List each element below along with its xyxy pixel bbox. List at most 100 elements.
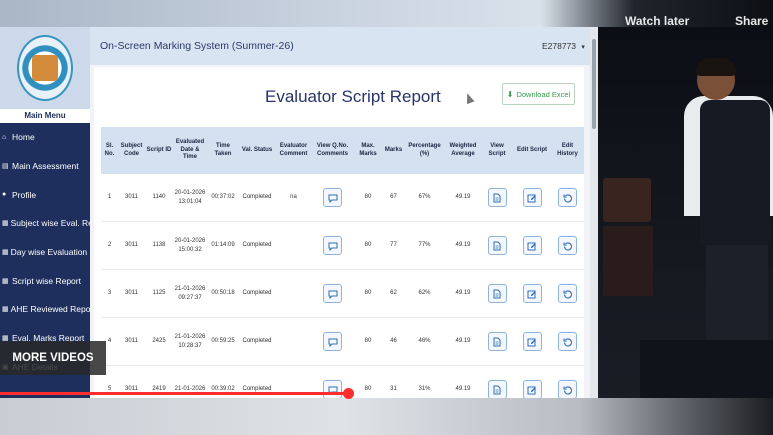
time-taken: 00:59:25 [211,338,235,345]
download-excel-button[interactable]: ⬇ Download Excel [502,83,575,105]
percentage: 46% [418,338,431,345]
column-header: Evaluated Date & Time [175,139,205,161]
val-status: Completed [242,194,272,201]
evaluated-date: 20-01-2026 13:01:04 [174,190,206,205]
column-header: Edit Script [516,146,547,153]
percentage: 62% [418,290,431,297]
subject-code: 3011 [125,290,138,297]
evaluator-comment [275,270,312,317]
user-menu[interactable]: E278773 ▾ [542,41,585,51]
video-bottom-strip [0,398,773,435]
view-comments-button[interactable] [323,332,342,351]
edit-script-button[interactable] [522,332,542,351]
report-icon: ▦ [2,277,9,285]
sl-no: 2 [107,242,112,249]
subject-code: 3011 [125,194,138,201]
table-cell-action [481,174,513,221]
evaluated-date: 21-01-2026 09:27:37 [174,286,206,301]
more-videos-button[interactable]: MORE VIDEOS [0,341,106,375]
video-scrubber-handle[interactable] [342,388,354,399]
history-icon [562,289,573,299]
history-icon [562,385,573,395]
max-marks: 80 [364,338,372,345]
view-script-button[interactable] [487,332,507,351]
edit-history-button[interactable] [558,380,577,399]
comment-icon [328,337,338,347]
column-header: View Script [488,143,506,157]
table-cell-action [513,270,551,317]
document-icon [492,241,502,251]
chair [603,178,651,222]
profile-icon: ● [2,191,7,199]
view-script-button[interactable] [487,188,507,207]
history-icon [562,241,573,251]
view-comments-button[interactable] [323,236,342,255]
comment-icon [328,241,338,251]
max-marks: 80 [364,242,372,249]
marks: 67 [390,194,397,201]
view-script-button[interactable] [487,380,507,399]
sidebar-item[interactable]: ⌂ Home [0,123,90,152]
edit-script-button[interactable] [522,284,542,303]
sidebar-item[interactable]: ● Profile [0,180,90,209]
table-cell-action [551,222,584,269]
comment-icon [328,289,338,299]
column-header: Edit History [557,143,578,157]
share-button[interactable]: Share [735,14,768,28]
watch-later-button[interactable]: Watch later [625,14,689,28]
report-icon: ▦ [2,220,9,228]
table-cell-action [551,318,584,365]
table-cell-action [312,270,353,317]
evaluated-date: 20-01-2026 15:00:32 [174,238,206,253]
sidebar-item[interactable]: ▦Day wise Evaluation Report [0,238,90,267]
sidebar-item[interactable]: ▦ Script wise Report [0,266,90,295]
script-id: 1125 [152,290,166,297]
column-header: Percentage (%) [408,143,441,157]
subject-code: 3011 [125,242,138,249]
view-comments-button[interactable] [323,284,342,303]
edit-script-button[interactable] [522,188,542,207]
val-status: Completed [242,242,272,249]
edit-history-button[interactable] [558,236,577,255]
edit-history-button[interactable] [558,284,577,303]
edit-script-button[interactable] [522,380,542,399]
sidebar-item-label: Script wise Report [12,275,81,286]
percentage: 77% [418,242,431,249]
max-marks: 80 [364,290,372,297]
column-header: Max. Marks [359,143,377,157]
sidebar-item[interactable]: ▦Subject wise Eval. Report [0,209,90,238]
document-icon [492,337,502,347]
view-comments-button[interactable] [323,380,342,399]
table-cell-action [481,222,513,269]
column-header: Time Taken [214,143,232,157]
presenter-hair [696,58,736,76]
view-script-button[interactable] [487,236,507,255]
view-script-button[interactable] [487,284,507,303]
column-header: Sl. No. [104,143,115,157]
edit-history-button[interactable] [558,332,577,351]
view-comments-button[interactable] [323,188,342,207]
sidebar-item-label: Subject wise Eval. Report [10,218,90,229]
edit-history-button[interactable] [558,188,577,207]
evaluator-comment [275,222,312,269]
sidebar-item[interactable]: ▦ AHE Reviewed Report [0,295,90,324]
sidebar-item-label: Profile [12,189,37,200]
user-id: E278773 [542,41,577,51]
table-cell-action [551,270,584,317]
weighted-average: 49.19 [455,338,471,345]
column-header: Weighted Average [449,143,477,157]
table-cell-action [513,174,551,221]
time-taken: 01:14:09 [211,242,235,249]
weighted-average: 49.19 [455,290,471,297]
video-progress-bar[interactable] [0,392,348,395]
max-marks: 80 [364,194,372,201]
percentage: 67% [418,194,431,201]
time-taken: 00:37:02 [211,194,235,201]
edit-script-button[interactable] [522,236,542,255]
column-header: Marks [384,146,403,153]
main-menu-label: Main Menu [0,109,90,123]
marks: 77 [390,242,397,249]
scrollbar-thumb[interactable] [592,39,596,129]
sidebar-item[interactable]: ▤ Main Assessment [0,152,90,181]
column-header: Script ID [146,146,172,153]
